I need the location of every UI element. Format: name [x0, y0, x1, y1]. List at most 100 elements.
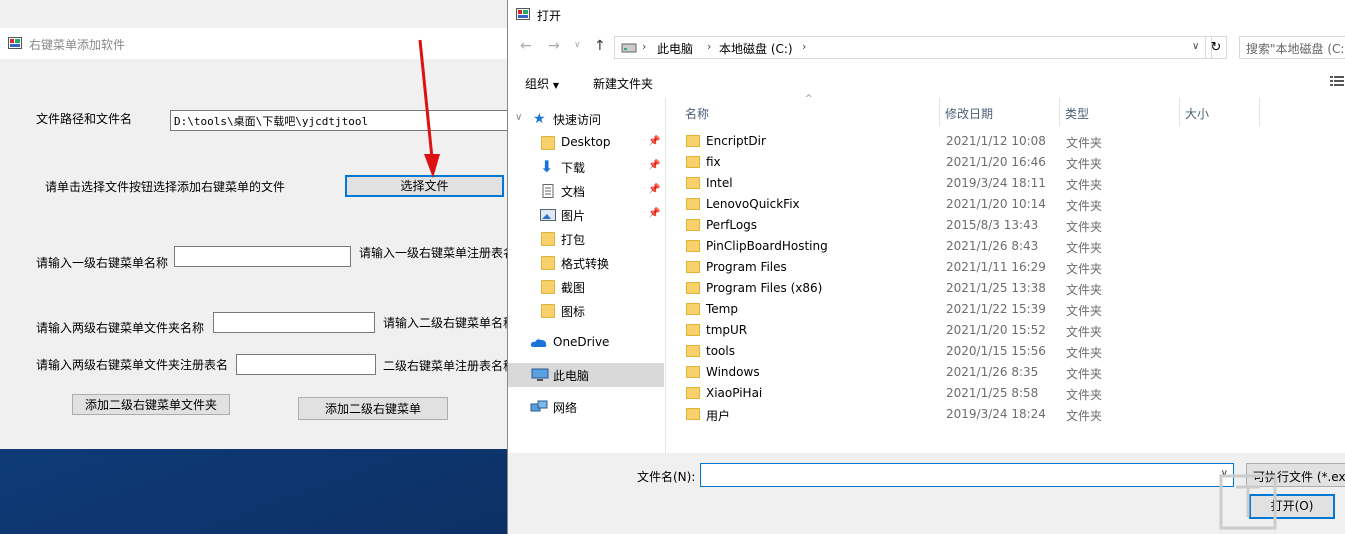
- file-modified-date: 2021/1/20 10:14: [946, 197, 1046, 211]
- nav-item-folder[interactable]: 打包: [508, 227, 664, 251]
- file-row[interactable]: Program Files (x86) 2021/1/25 13:38 文件夹: [681, 278, 1345, 299]
- add-folder-button[interactable]: 添加二级右键菜单文件夹: [72, 394, 230, 415]
- file-modified-date: 2019/3/24 18:11: [946, 176, 1046, 190]
- forward-arrow-icon[interactable]: →: [548, 38, 560, 54]
- file-row[interactable]: tmpUR 2021/1/20 15:52 文件夹: [681, 320, 1345, 341]
- file-type: 文件夹: [1066, 304, 1103, 318]
- nav-item-label: 文档: [561, 185, 586, 199]
- file-type: 文件夹: [1066, 325, 1103, 339]
- level2-reg-input[interactable]: [236, 354, 376, 375]
- file-row[interactable]: fix 2021/1/20 16:46 文件夹: [681, 152, 1345, 173]
- app-window-icon: [8, 37, 22, 49]
- nav-this-pc-label: 此电脑: [553, 369, 590, 383]
- open-file-dialog: 打开 ← → ∨ ↑ › 此电脑 › 本地磁盘 (C:) › ∨ ↻ 搜索"本地…: [507, 0, 1345, 534]
- file-type: 文件夹: [1066, 157, 1103, 171]
- dialog-titlebar: 打开: [508, 0, 1345, 30]
- file-modified-date: 2021/1/25 8:58: [946, 386, 1039, 400]
- organize-menu[interactable]: 组织 ▼: [525, 75, 559, 92]
- folder-icon: [686, 219, 700, 231]
- file-row[interactable]: Program Files 2021/1/11 16:29 文件夹: [681, 257, 1345, 278]
- nav-item-folder[interactable]: 图标: [508, 299, 664, 323]
- nav-item-label: Desktop: [561, 135, 611, 149]
- expand-chevron-icon: ∨: [515, 112, 523, 123]
- search-input[interactable]: 搜索"本地磁盘 (C:)": [1239, 36, 1345, 59]
- path-field[interactable]: D:\tools\桌面\下载吧\yjcdtjtool: [170, 110, 510, 131]
- file-type: 文件夹: [1066, 199, 1103, 213]
- file-type: 文件夹: [1066, 136, 1103, 150]
- folder-icon: [541, 256, 555, 270]
- address-dropdown-icon[interactable]: ∨: [1192, 41, 1199, 52]
- file-name: tmpUR: [706, 323, 748, 337]
- file-row[interactable]: Intel 2019/3/24 18:11 文件夹: [681, 173, 1345, 194]
- path-label: 文件路径和文件名: [36, 112, 133, 126]
- back-arrow-icon[interactable]: ←: [520, 38, 532, 54]
- red-arrow-annotation: [418, 39, 440, 178]
- refresh-icon[interactable]: ↻: [1205, 36, 1227, 59]
- nav-item-folder[interactable]: 截图: [508, 275, 664, 299]
- folder-icon: [686, 324, 700, 336]
- filename-label: 文件名(N):: [637, 470, 696, 484]
- document-icon: [542, 184, 554, 198]
- nav-item-label: 打包: [561, 233, 586, 247]
- new-folder-button[interactable]: 新建文件夹: [593, 75, 653, 92]
- nav-this-pc[interactable]: 此电脑: [508, 363, 664, 387]
- recent-dropdown-icon[interactable]: ∨: [574, 40, 581, 50]
- file-name: PinClipBoardHosting: [706, 239, 828, 253]
- nav-network[interactable]: 网络: [508, 395, 664, 419]
- nav-quick-access[interactable]: ∨ ★ 快速访问: [508, 107, 664, 131]
- nav-item-label: 格式转换: [561, 257, 610, 271]
- file-row[interactable]: LenovoQuickFix 2021/1/20 10:14 文件夹: [681, 194, 1345, 215]
- navigation-pane: ∨ ★ 快速访问 Desktop 📌 ⬇ 下载 📌 文档 📌 图片 📌 打包 格…: [508, 98, 666, 453]
- up-arrow-icon[interactable]: ↑: [594, 38, 606, 54]
- file-type: 文件夹: [1066, 283, 1103, 297]
- nav-item-label: 图片: [561, 209, 586, 223]
- dialog-toolbar: 组织 ▼ 新建文件夹: [508, 65, 1345, 98]
- file-row[interactable]: XiaoPiHai 2021/1/25 8:58 文件夹: [681, 383, 1345, 404]
- nav-item-pictures[interactable]: 图片 📌: [508, 203, 664, 227]
- pin-icon: 📌: [648, 208, 661, 219]
- column-header-type[interactable]: 类型: [1060, 98, 1180, 126]
- column-header-modified[interactable]: 修改日期: [940, 98, 1060, 126]
- level2-folder-input[interactable]: [213, 312, 375, 333]
- file-row[interactable]: PinClipBoardHosting 2021/1/26 8:43 文件夹: [681, 236, 1345, 257]
- nav-item-folder[interactable]: 格式转换: [508, 251, 664, 275]
- level2-name-label: 请输入二级右键菜单名称: [383, 316, 516, 330]
- nav-item-desktop[interactable]: Desktop 📌: [508, 131, 664, 155]
- folder-icon: [686, 408, 700, 420]
- nav-item-label: 图标: [561, 305, 586, 319]
- level2-menu-reg-label: 二级右键菜单注册表名称: [383, 359, 516, 373]
- navigation-bar: ← → ∨ ↑ › 此电脑 › 本地磁盘 (C:) › ∨ ↻ 搜索"本地磁盘 …: [508, 30, 1345, 65]
- filename-input[interactable]: ∨: [700, 463, 1234, 487]
- breadcrumb-this-pc[interactable]: 此电脑: [657, 40, 693, 57]
- file-row[interactable]: Windows 2021/1/26 8:35 文件夹: [681, 362, 1345, 383]
- file-row[interactable]: EncriptDir 2021/1/12 10:08 文件夹: [681, 131, 1345, 152]
- add-menu-button[interactable]: 添加二级右键菜单: [298, 397, 448, 420]
- dialog-bottom-bar: 文件名(N): ∨ 可执行文件 (*.exe) 打开(O): [508, 453, 1345, 534]
- watermark-logo-icon: [1219, 474, 1277, 530]
- level1-name-input[interactable]: [174, 246, 351, 267]
- column-header-size[interactable]: 大小: [1180, 98, 1260, 126]
- nav-item-documents[interactable]: 文档 📌: [508, 179, 664, 203]
- dialog-window-icon: [516, 8, 530, 20]
- folder-icon: [686, 387, 700, 399]
- breadcrumb-chevron-icon: ›: [642, 40, 647, 53]
- drive-icon: [621, 43, 637, 53]
- file-name: Program Files: [706, 260, 787, 274]
- nav-onedrive[interactable]: OneDrive: [508, 331, 664, 355]
- star-icon: ★: [533, 111, 546, 127]
- address-bar[interactable]: › 此电脑 › 本地磁盘 (C:) › ∨: [614, 36, 1212, 59]
- file-row[interactable]: Temp 2021/1/22 15:39 文件夹: [681, 299, 1345, 320]
- column-header-name[interactable]: 名称: [680, 98, 940, 126]
- nav-item-downloads[interactable]: ⬇ 下载 📌: [508, 155, 664, 179]
- file-row[interactable]: tools 2020/1/15 15:56 文件夹: [681, 341, 1345, 362]
- file-modified-date: 2015/8/3 13:43: [946, 218, 1039, 232]
- file-row[interactable]: 用户 2019/3/24 18:24 文件夹: [681, 404, 1345, 425]
- file-name: Windows: [706, 365, 760, 379]
- file-list: ^ 名称 修改日期 类型 大小 EncriptDir 2021/1/12 10:0…: [667, 94, 1345, 453]
- breadcrumb-local-disk[interactable]: 本地磁盘 (C:): [719, 40, 793, 57]
- folder-icon: [686, 303, 700, 315]
- file-row[interactable]: PerfLogs 2015/8/3 13:43 文件夹: [681, 215, 1345, 236]
- view-options-icon[interactable]: [1330, 75, 1344, 87]
- download-icon: ⬇: [540, 157, 554, 176]
- nav-item-label: 截图: [561, 281, 586, 295]
